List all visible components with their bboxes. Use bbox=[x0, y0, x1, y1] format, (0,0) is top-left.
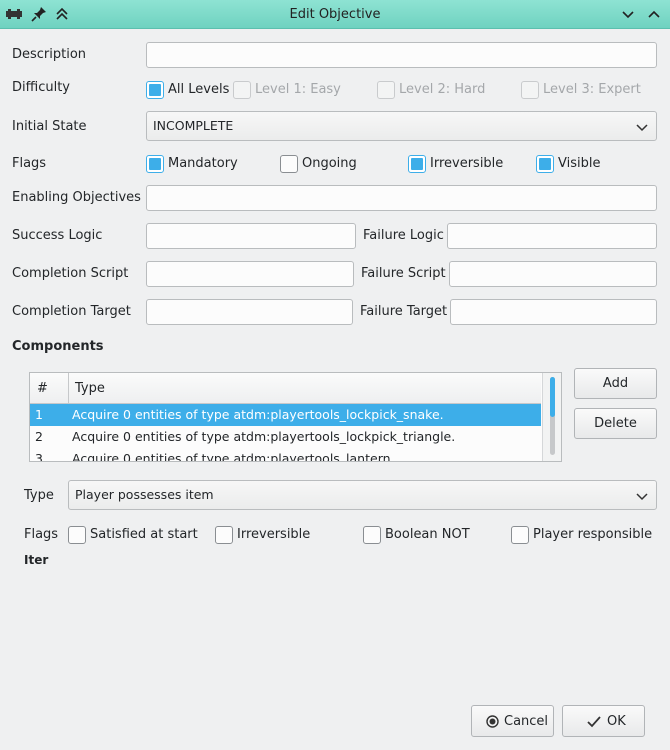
level-expert-label: Level 3: Expert bbox=[543, 82, 641, 97]
ongoing-checkbox[interactable] bbox=[280, 155, 298, 173]
initial-state-combo[interactable]: INCOMPLETE bbox=[146, 111, 657, 141]
row-number: 1 bbox=[35, 407, 43, 422]
difficulty-label: Difficulty bbox=[12, 80, 70, 95]
add-component-button[interactable]: Add bbox=[574, 368, 657, 399]
table-header: # Type bbox=[30, 373, 541, 404]
failure-target-input[interactable] bbox=[450, 299, 657, 325]
irreversible-label: Irreversible bbox=[430, 156, 504, 171]
player-responsible-checkbox[interactable] bbox=[511, 526, 529, 544]
row-number: 2 bbox=[35, 429, 43, 444]
success-logic-input[interactable] bbox=[146, 223, 356, 249]
level-hard-label: Level 2: Hard bbox=[399, 82, 486, 97]
components-table[interactable]: # Type 1 Acquire 0 entities of type atdm… bbox=[29, 372, 562, 462]
level-easy-checkbox[interactable] bbox=[233, 81, 251, 99]
window-title: Edit Objective bbox=[289, 7, 381, 22]
scrollbar-handle[interactable] bbox=[550, 377, 555, 455]
enabling-objectives-label: Enabling Objectives bbox=[12, 190, 141, 205]
delete-component-button[interactable]: Delete bbox=[574, 408, 657, 439]
table-row[interactable]: 2 Acquire 0 entities of type atdm:player… bbox=[30, 426, 541, 448]
completion-script-label: Completion Script bbox=[12, 266, 129, 281]
mandatory-checkbox[interactable] bbox=[146, 155, 164, 173]
all-levels-checkbox[interactable] bbox=[146, 81, 164, 99]
title-bar[interactable]: Edit Objective bbox=[0, 0, 670, 29]
mandatory-label: Mandatory bbox=[168, 156, 238, 171]
completion-script-input[interactable] bbox=[146, 261, 354, 287]
completion-target-label: Completion Target bbox=[12, 304, 131, 319]
failure-script-label: Failure Script bbox=[361, 266, 446, 281]
column-divider bbox=[68, 373, 69, 404]
failure-logic-label: Failure Logic bbox=[363, 228, 444, 243]
visible-label: Visible bbox=[558, 156, 601, 171]
level-hard-checkbox[interactable] bbox=[377, 81, 395, 99]
boolean-not-checkbox[interactable] bbox=[363, 526, 381, 544]
minimize-icon[interactable] bbox=[619, 5, 637, 23]
component-type-value: Player possesses item bbox=[75, 487, 214, 502]
cancel-label: Cancel bbox=[504, 714, 549, 729]
ok-label: OK bbox=[607, 714, 626, 729]
chevron-down-icon bbox=[636, 124, 648, 132]
row-number: 3 bbox=[35, 451, 43, 462]
description-input[interactable] bbox=[146, 42, 657, 68]
component-type-label: Type bbox=[24, 488, 54, 503]
satisfied-at-start-checkbox[interactable] bbox=[68, 526, 86, 544]
ok-button[interactable]: OK bbox=[562, 705, 645, 737]
checkmark-icon bbox=[587, 716, 601, 728]
initial-state-label: Initial State bbox=[12, 119, 87, 134]
row-type: Acquire 0 entities of type atdm:playerto… bbox=[72, 407, 444, 422]
item-section-label: Iter bbox=[24, 553, 49, 567]
row-type: Acquire 0 entities of type atdm:playerto… bbox=[72, 451, 395, 462]
cancel-button[interactable]: Cancel bbox=[471, 705, 554, 737]
table-row[interactable]: 3 Acquire 0 entities of type atdm:player… bbox=[30, 448, 541, 462]
level-expert-checkbox[interactable] bbox=[521, 81, 539, 99]
description-label: Description bbox=[12, 47, 87, 62]
success-logic-label: Success Logic bbox=[12, 228, 103, 243]
boolean-not-label: Boolean NOT bbox=[385, 527, 470, 542]
table-row[interactable]: 1 Acquire 0 entities of type atdm:player… bbox=[30, 404, 541, 426]
component-irreversible-checkbox[interactable] bbox=[215, 526, 233, 544]
failure-target-label: Failure Target bbox=[360, 304, 448, 319]
all-levels-label: All Levels bbox=[168, 82, 230, 97]
ongoing-label: Ongoing bbox=[302, 156, 357, 171]
level-easy-label: Level 1: Easy bbox=[255, 82, 341, 97]
row-type: Acquire 0 entities of type atdm:playerto… bbox=[72, 429, 456, 444]
chevron-down-icon bbox=[636, 493, 648, 501]
maximize-icon[interactable] bbox=[645, 5, 663, 23]
failure-script-input[interactable] bbox=[449, 261, 657, 287]
cancel-icon bbox=[486, 715, 499, 728]
flags-label: Flags bbox=[12, 156, 47, 171]
completion-target-input[interactable] bbox=[146, 299, 353, 325]
components-heading: Components bbox=[12, 339, 104, 354]
player-responsible-label: Player responsible bbox=[533, 527, 653, 542]
component-flags-label: Flags bbox=[24, 527, 59, 542]
column-header-number[interactable]: # bbox=[37, 381, 48, 396]
component-type-combo[interactable]: Player possesses item bbox=[68, 480, 657, 510]
visible-checkbox[interactable] bbox=[536, 155, 554, 173]
failure-logic-input[interactable] bbox=[447, 223, 657, 249]
enabling-objectives-input[interactable] bbox=[146, 185, 657, 211]
irreversible-checkbox[interactable] bbox=[408, 155, 426, 173]
satisfied-at-start-label: Satisfied at start bbox=[90, 527, 198, 542]
initial-state-value: INCOMPLETE bbox=[153, 118, 234, 133]
column-header-type[interactable]: Type bbox=[75, 381, 105, 396]
component-irreversible-label: Irreversible bbox=[237, 527, 311, 542]
table-scrollbar[interactable] bbox=[542, 373, 561, 461]
